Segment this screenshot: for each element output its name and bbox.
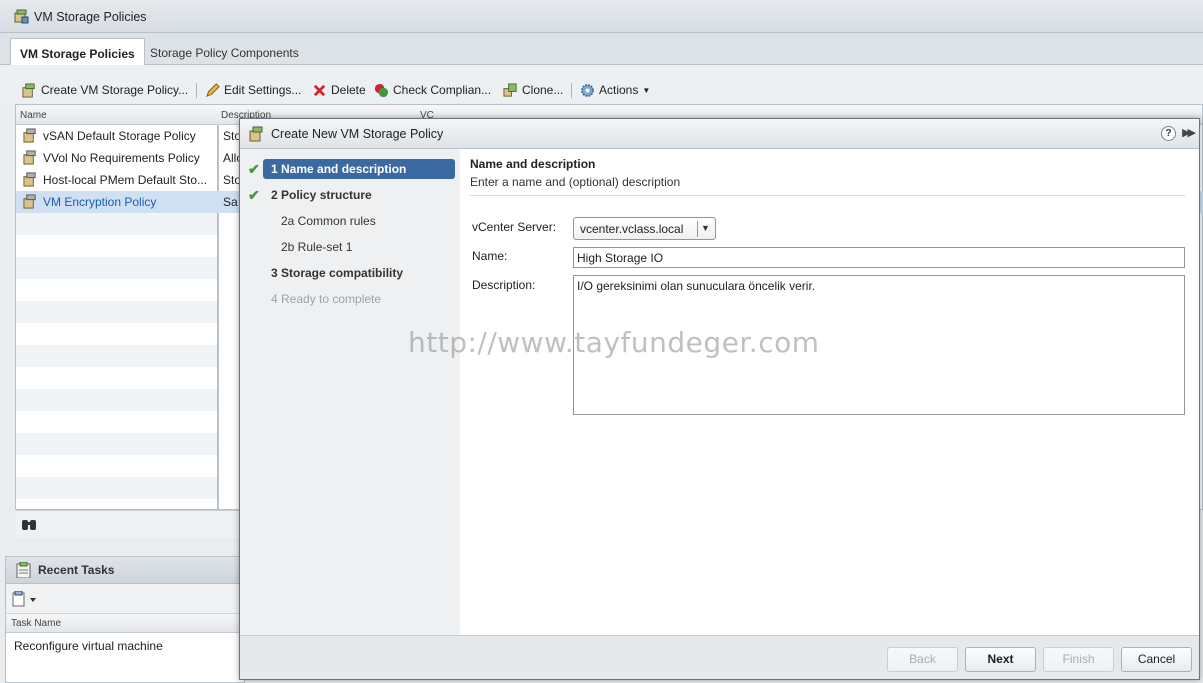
row-name: Host-local PMem Default Sto... [43,173,208,187]
recent-tasks-header: Recent Tasks [6,557,244,584]
step-label: 2 Policy structure [271,188,372,202]
check-compliance-icon [374,83,389,97]
step-storage-compatibility[interactable]: 3 Storage compatibility [240,263,460,283]
description-value: I/O gereksinimi olan sunuculara öncelik … [577,279,816,293]
vcenter-select[interactable]: vcenter.vclass.local ▼ [573,217,716,240]
name-value: High Storage IO [577,251,664,265]
next-button[interactable]: Next [965,647,1036,672]
step-name-and-description[interactable]: ✔ 1 Name and description [240,159,460,179]
binoculars-icon[interactable] [21,517,37,531]
step-common-rules[interactable]: 2a Common rules [240,211,460,231]
back-button[interactable]: Back [887,647,958,672]
task-name-header[interactable]: Task Name [11,618,61,629]
create-policy-label: Create VM Storage Policy... [41,83,189,97]
finish-button[interactable]: Finish [1043,647,1114,672]
tab-storage-policy-components[interactable]: Storage Policy Components [141,38,308,65]
dialog-title: Create New VM Storage Policy [271,127,444,141]
step-ready-to-complete: 4 Ready to complete [240,289,460,309]
task-row[interactable]: Reconfigure virtual machine [14,639,163,653]
create-policy-button[interactable]: Create VM Storage Policy... [22,82,188,98]
clone-button[interactable]: Clone... [503,82,563,98]
step-label: 2b Rule-set 1 [281,240,353,254]
app-title: VM Storage Policies [34,10,147,24]
help-icon[interactable]: ? [1161,126,1176,141]
dialog-title-bar: Create New VM Storage Policy ? ▶▶ [240,119,1199,149]
checkmark-icon: ✔ [248,161,260,177]
check-compliance-label: Check Complian... [393,83,492,97]
step-label: 1 Name and description [271,162,407,176]
recent-tasks-panel: Recent Tasks Task Name Reconfigure virtu… [5,556,245,683]
storage-policy-icon [23,194,36,209]
wizard-content: Name and description Enter a name and (o… [460,149,1199,635]
grid-footer [16,510,241,538]
dialog-footer: Back Next Finish Cancel [240,635,1199,679]
edit-settings-label: Edit Settings... [224,83,302,97]
name-label: Name: [472,249,508,263]
actions-menu-button[interactable]: Actions ▼ [580,82,650,98]
check-compliance-button[interactable]: Check Complian... [374,82,491,98]
cancel-button[interactable]: Cancel [1121,647,1192,672]
tab-vm-storage-policies[interactable]: VM Storage Policies [10,38,145,66]
row-description: Sa [223,195,238,209]
section-subheading: Enter a name and (optional) description [470,175,681,189]
vcenter-label: vCenter Server: [472,220,557,234]
delete-button[interactable]: Delete [312,82,366,98]
actions-label: Actions [599,83,639,97]
description-label: Description: [472,278,536,292]
name-field[interactable]: High Storage IO [573,247,1185,268]
step-rule-set-1[interactable]: 2b Rule-set 1 [240,237,460,257]
delete-label: Delete [331,83,366,97]
tasks-toolbar [6,584,244,614]
chevron-down-icon: ▼ [701,223,710,233]
tab-bar: VM Storage Policies Storage Policy Compo… [0,33,1203,66]
section-heading: Name and description [470,157,596,171]
toolbar: Create VM Storage Policy... Edit Setting… [0,65,1203,103]
storage-policy-icon [249,126,263,142]
storage-policy-icon [23,172,36,187]
clipboard-icon [16,562,31,578]
description-field[interactable]: I/O gereksinimi olan sunuculara öncelik … [573,275,1185,415]
wizard-steps: ✔ 1 Name and description ✔ 2 Policy stru… [240,149,460,635]
vcenter-value: vcenter.vclass.local [580,222,684,236]
clone-icon [503,82,517,97]
checkmark-icon: ✔ [248,187,260,203]
create-policy-dialog: Create New VM Storage Policy ? ▶▶ ✔ 1 Na… [239,118,1200,680]
step-label: 2a Common rules [281,214,376,228]
row-name: VM Encryption Policy [43,195,157,209]
storage-policy-icon [23,150,36,165]
gear-icon [581,83,594,97]
task-filter-icon[interactable] [12,591,38,607]
tasks-column-header: Task Name [6,614,244,633]
column-header-name[interactable]: Name [20,110,47,121]
row-name: vSAN Default Storage Policy [43,129,196,143]
clone-label: Clone... [522,83,564,97]
app-title-bar: VM Storage Policies [0,0,1203,33]
create-policy-icon [22,82,35,98]
step-label: 3 Storage compatibility [271,266,404,280]
chevron-down-icon: ▼ [642,85,651,95]
storage-policy-icon [23,128,36,143]
expand-icon[interactable]: ▶▶ [1182,126,1196,139]
divider [470,195,1185,196]
recent-tasks-title: Recent Tasks [38,563,115,577]
step-label: 4 Ready to complete [271,292,382,306]
delete-icon [313,84,326,96]
step-policy-structure[interactable]: ✔ 2 Policy structure [240,185,460,205]
edit-settings-button[interactable]: Edit Settings... [205,82,301,98]
storage-policy-icon [14,9,29,24]
pencil-icon [206,82,220,97]
row-name: VVol No Requirements Policy [43,151,200,165]
